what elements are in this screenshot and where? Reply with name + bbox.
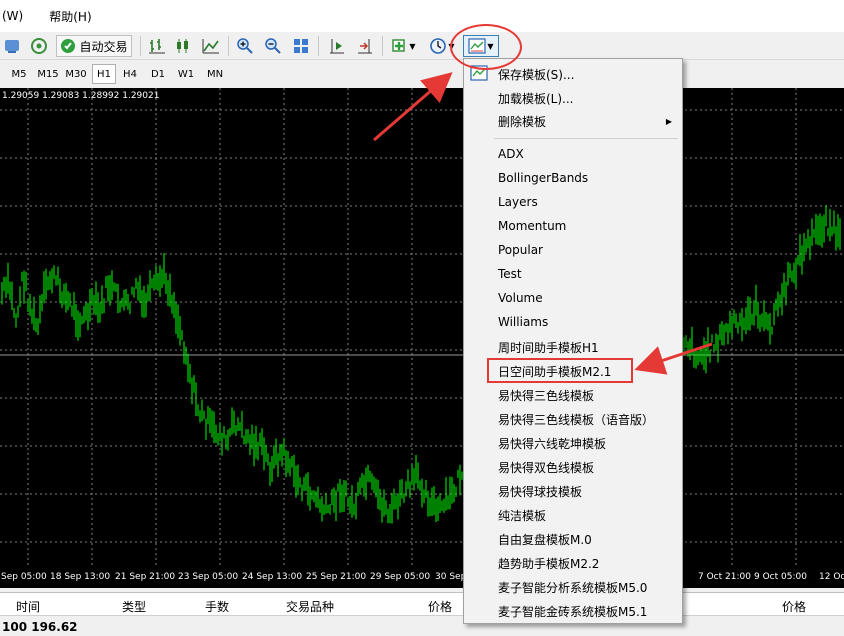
terminal-header: 时间 类型 手数 交易品种 价格 价格: [0, 592, 844, 616]
menu-help[interactable]: 帮助(H): [47, 8, 99, 25]
col-price[interactable]: 价格: [428, 598, 452, 615]
submenu-arrow-icon: ▶: [665, 117, 672, 126]
indicators-icon: [392, 39, 406, 52]
x-tick-label: Sep 05:00: [1, 572, 47, 582]
template-item[interactable]: ADX: [498, 147, 524, 161]
balance-status: 100 196.62: [0, 618, 844, 636]
chart-canvas: [0, 88, 844, 568]
price-chart[interactable]: 1.29059 1.29083 1.28992 1.29021: [0, 88, 844, 588]
timeframe-h4[interactable]: H4: [118, 64, 142, 84]
timeframe-w1[interactable]: W1: [174, 64, 198, 84]
template-item[interactable]: 自由复盘模板M.0: [498, 531, 592, 548]
col-symbol[interactable]: 交易品种: [286, 598, 334, 615]
template-item[interactable]: 麦子智能分析系统模板M5.0: [498, 579, 647, 596]
ohlc-readout: 1.29059 1.29083 1.28992 1.29021: [2, 91, 160, 101]
auto-trade-button[interactable]: 自动交易: [56, 35, 132, 57]
template-item[interactable]: Volume: [498, 291, 543, 305]
template-item[interactable]: Layers: [498, 195, 538, 209]
col-lots[interactable]: 手数: [205, 598, 229, 615]
main-toolbar: 自动交易 ▼ ▼ ▼: [0, 32, 844, 60]
annotation-circle: [450, 24, 522, 70]
x-tick-label: 23 Sep 05:00: [178, 572, 239, 582]
zoom-out-icon[interactable]: [262, 35, 284, 57]
template-item[interactable]: 易快得三色线模板: [498, 387, 594, 404]
template-item[interactable]: Momentum: [498, 219, 566, 233]
candlestick-icon[interactable]: [172, 35, 194, 57]
x-tick-label: 9 Oct 05:00: [754, 572, 807, 582]
timeframe-mn[interactable]: MN: [202, 64, 228, 84]
x-tick-label: 18 Sep 13:00: [50, 572, 111, 582]
menu-window[interactable]: (W): [0, 9, 31, 23]
template-item[interactable]: Test: [498, 267, 522, 281]
col-time[interactable]: 时间: [16, 598, 40, 615]
templates-menu: 保存模板(S)... 加载模板(L)... 删除模板 ▶ ADX Bollinge…: [463, 58, 683, 624]
x-tick-label: 24 Sep 13:00: [242, 572, 303, 582]
x-tick-label: 25 Sep 21:00: [306, 572, 367, 582]
time-axis: Sep 05:00 18 Sep 13:00 21 Sep 21:00 23 Sep …: [0, 568, 844, 588]
template-item[interactable]: 易快得球技模板: [498, 483, 582, 500]
col-price-2[interactable]: 价格: [782, 598, 806, 615]
timeframe-d1[interactable]: D1: [146, 64, 170, 84]
timeframe-m5[interactable]: M5: [6, 64, 32, 84]
x-tick-label: 29 Sep 05:00: [370, 572, 431, 582]
indicators-button[interactable]: ▼: [388, 35, 418, 57]
autoscroll-icon[interactable]: [354, 35, 376, 57]
timeframe-m30[interactable]: M30: [62, 64, 90, 84]
line-chart-icon[interactable]: [200, 35, 222, 57]
chevron-down-icon: ▼: [409, 41, 416, 51]
x-tick-label: 12 Oc: [819, 572, 844, 582]
template-item[interactable]: BollingerBands: [498, 171, 588, 185]
template-item[interactable]: Popular: [498, 243, 543, 257]
template-item[interactable]: 易快得双色线模板: [498, 459, 594, 476]
col-type[interactable]: 类型: [122, 598, 146, 615]
template-item[interactable]: 周时间助手模板H1: [498, 339, 599, 356]
x-tick-label: 7 Oct 21:00: [698, 572, 751, 582]
load-template-item[interactable]: 加载模板(L)...: [498, 90, 574, 107]
signal-icon[interactable]: [28, 35, 50, 57]
template-item[interactable]: 麦子智能金砖系统模板M5.1: [498, 603, 647, 620]
new-order-icon[interactable]: [2, 35, 22, 57]
chart-shift-icon[interactable]: [326, 35, 348, 57]
template-item[interactable]: 易快得三色线模板（语音版）: [498, 411, 654, 428]
save-template-item[interactable]: 保存模板(S)...: [498, 66, 574, 83]
template-item[interactable]: Williams: [498, 315, 548, 329]
template-item[interactable]: 易快得六线乾坤模板: [498, 435, 606, 452]
delete-template-item[interactable]: 删除模板: [498, 113, 546, 130]
menu-separator: [494, 138, 678, 139]
annotation-box: [487, 358, 633, 383]
menu-bar: (W) 帮助(H): [0, 0, 844, 32]
x-tick-label: 21 Sep 21:00: [115, 572, 176, 582]
timeframe-h1[interactable]: H1: [92, 64, 116, 84]
auto-trade-icon: [61, 39, 76, 53]
timeframe-toolbar: M5 M15 M30 H1 H4 D1 W1 MN: [0, 60, 844, 88]
auto-trade-label: 自动交易: [79, 39, 128, 54]
clock-icon: [430, 38, 447, 54]
bar-chart-icon[interactable]: [146, 35, 168, 57]
tile-windows-icon[interactable]: [290, 35, 312, 57]
zoom-in-icon[interactable]: [234, 35, 256, 57]
timeframe-m15[interactable]: M15: [34, 64, 62, 84]
template-item[interactable]: 纯洁模板: [498, 507, 546, 524]
template-item[interactable]: 趋势助手模板M2.2: [498, 555, 599, 572]
